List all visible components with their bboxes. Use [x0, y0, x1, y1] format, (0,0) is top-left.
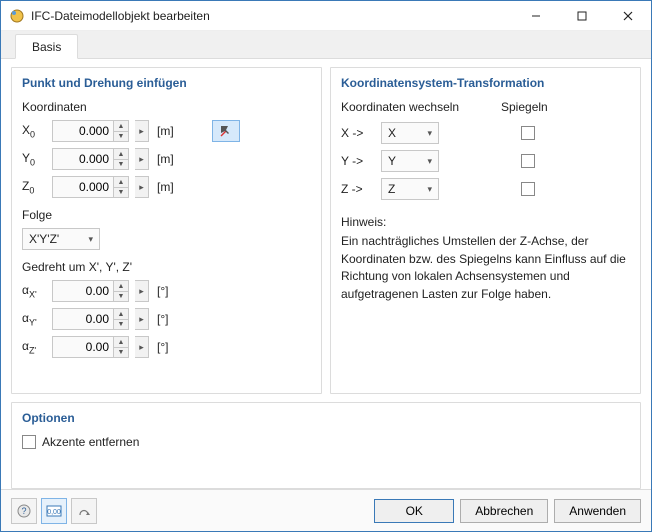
- row-z0: Z0 ▲▼ ▸ [m]: [22, 176, 311, 198]
- remove-accents-checkbox[interactable]: [22, 435, 36, 449]
- tab-bar: Basis: [1, 31, 651, 59]
- row-x0: X0 ▲▼ ▸ [m]: [22, 120, 311, 142]
- chevron-down-icon: ▾: [427, 128, 432, 139]
- row-alpha-y: αY' ▲▼ ▸ [°]: [22, 308, 311, 330]
- alpha-z-unit: [°]: [157, 340, 168, 354]
- y0-unit: [m]: [157, 152, 174, 166]
- group-options: Optionen Akzente entfernen: [11, 402, 641, 489]
- alpha-z-label: αZ': [22, 339, 46, 355]
- mirror-y-checkbox[interactable]: [521, 154, 535, 168]
- row-alpha-z: αZ' ▲▼ ▸ [°]: [22, 336, 311, 358]
- ok-button[interactable]: OK: [374, 499, 454, 523]
- alpha-x-label: αX': [22, 283, 46, 299]
- transform-header: Koordinaten wechseln Spiegeln: [341, 100, 630, 114]
- app-icon: [9, 8, 25, 24]
- swap-label: Koordinaten wechseln: [341, 100, 501, 114]
- tab-basis[interactable]: Basis: [15, 34, 78, 59]
- cancel-button[interactable]: Abbrechen: [460, 499, 548, 523]
- alpha-y-input[interactable]: [52, 308, 114, 330]
- mirror-x-checkbox[interactable]: [521, 126, 535, 140]
- group-transform-legend: Koordinatensystem-Transformation: [341, 76, 630, 90]
- row-folge: X'Y'Z' ▾: [22, 228, 311, 250]
- titlebar: IFC-Dateimodellobjekt bearbeiten: [1, 1, 651, 31]
- chevron-down-icon: ▾: [427, 156, 432, 167]
- y0-step-button[interactable]: ▸: [135, 148, 149, 170]
- z0-input[interactable]: [52, 176, 114, 198]
- x-to-value: X: [388, 126, 396, 140]
- folge-label: Folge: [22, 208, 311, 222]
- z0-spinner[interactable]: ▲▼: [114, 176, 129, 198]
- coordinates-label: Koordinaten: [22, 100, 311, 114]
- x0-unit: [m]: [157, 124, 174, 138]
- svg-text:?: ?: [21, 506, 26, 516]
- y0-input[interactable]: [52, 148, 114, 170]
- note-block: Hinweis: Ein nachträgliches Umstellen de…: [341, 214, 630, 303]
- remove-accents-row: Akzente entfernen: [22, 435, 630, 449]
- y0-spinner[interactable]: ▲▼: [114, 148, 129, 170]
- units-icon-button[interactable]: 0,00: [41, 498, 67, 524]
- alpha-y-label: αY': [22, 311, 46, 327]
- row-y0: Y0 ▲▼ ▸ [m]: [22, 148, 311, 170]
- z0-label: Z0: [22, 179, 46, 195]
- alpha-x-input[interactable]: [52, 280, 114, 302]
- map-row-z: Z -> Z ▾: [341, 178, 630, 200]
- alpha-x-unit: [°]: [157, 284, 168, 298]
- alpha-z-input[interactable]: [52, 336, 114, 358]
- x0-input[interactable]: [52, 120, 114, 142]
- y-to-select[interactable]: Y ▾: [381, 150, 439, 172]
- alpha-y-spinner[interactable]: ▲▼: [114, 308, 129, 330]
- dialog-window: IFC-Dateimodellobjekt bearbeiten Basis P…: [0, 0, 652, 532]
- mirror-label: Spiegeln: [501, 100, 548, 114]
- map-row-y: Y -> Y ▾: [341, 150, 630, 172]
- x-to-select[interactable]: X ▾: [381, 122, 439, 144]
- alpha-z-spinner[interactable]: ▲▼: [114, 336, 129, 358]
- maximize-button[interactable]: [559, 1, 605, 31]
- svg-text:0,00: 0,00: [47, 509, 61, 516]
- note-heading: Hinweis:: [341, 214, 630, 231]
- chevron-down-icon: ▾: [88, 234, 93, 245]
- y-from-label: Y ->: [341, 154, 381, 168]
- folge-value: X'Y'Z': [29, 232, 59, 246]
- rotation-label: Gedreht um X', Y', Z': [22, 260, 311, 274]
- z-to-value: Z: [388, 182, 395, 196]
- x0-spinner[interactable]: ▲▼: [114, 120, 129, 142]
- x-from-label: X ->: [341, 126, 381, 140]
- window-title: IFC-Dateimodellobjekt bearbeiten: [31, 9, 513, 23]
- alpha-y-step-button[interactable]: ▸: [135, 308, 149, 330]
- note-body: Ein nachträgliches Umstellen der Z-Achse…: [341, 233, 630, 303]
- x0-step-button[interactable]: ▸: [135, 120, 149, 142]
- alpha-z-step-button[interactable]: ▸: [135, 336, 149, 358]
- map-row-x: X -> X ▾: [341, 122, 630, 144]
- x0-label: X0: [22, 123, 46, 139]
- mirror-z-checkbox[interactable]: [521, 182, 535, 196]
- content-area: Punkt und Drehung einfügen Koordinaten X…: [1, 59, 651, 489]
- group-options-legend: Optionen: [22, 411, 630, 425]
- z0-unit: [m]: [157, 180, 174, 194]
- close-button[interactable]: [605, 1, 651, 31]
- reset-icon-button[interactable]: [71, 498, 97, 524]
- pick-point-button[interactable]: [212, 120, 240, 142]
- group-insert: Punkt und Drehung einfügen Koordinaten X…: [11, 67, 322, 394]
- help-icon-button[interactable]: ?: [11, 498, 37, 524]
- folge-select[interactable]: X'Y'Z' ▾: [22, 228, 100, 250]
- y0-label: Y0: [22, 151, 46, 167]
- remove-accents-label: Akzente entfernen: [42, 435, 139, 449]
- group-insert-legend: Punkt und Drehung einfügen: [22, 76, 311, 90]
- row-alpha-x: αX' ▲▼ ▸ [°]: [22, 280, 311, 302]
- alpha-x-step-button[interactable]: ▸: [135, 280, 149, 302]
- alpha-y-unit: [°]: [157, 312, 168, 326]
- z-from-label: Z ->: [341, 182, 381, 196]
- y-to-value: Y: [388, 154, 396, 168]
- alpha-x-spinner[interactable]: ▲▼: [114, 280, 129, 302]
- minimize-button[interactable]: [513, 1, 559, 31]
- z-to-select[interactable]: Z ▾: [381, 178, 439, 200]
- chevron-down-icon: ▾: [427, 184, 432, 195]
- group-transform: Koordinatensystem-Transformation Koordin…: [330, 67, 641, 394]
- z0-step-button[interactable]: ▸: [135, 176, 149, 198]
- dialog-footer: ? 0,00 OK Abbrechen Anwenden: [1, 489, 651, 531]
- apply-button[interactable]: Anwenden: [554, 499, 641, 523]
